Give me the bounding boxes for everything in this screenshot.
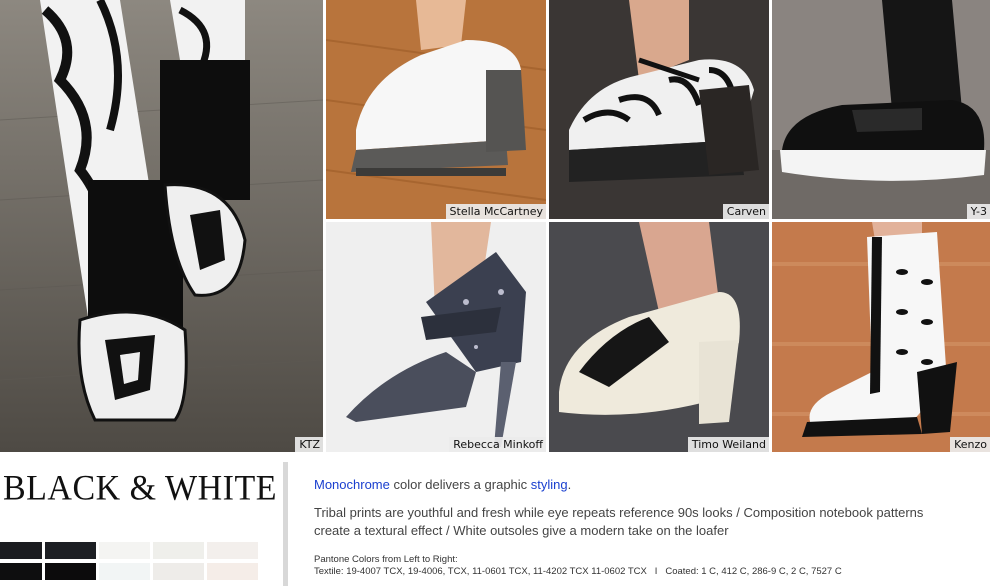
photo-rebecca-minkoff[interactable]: Rebecca Minkoff <box>326 222 546 452</box>
swatch-2e <box>207 563 258 580</box>
swatch-2a <box>0 563 42 580</box>
swatch-1c <box>99 542 150 559</box>
divider <box>283 462 288 586</box>
photo-caption: Timo Weiland <box>687 437 769 452</box>
photo-caption: KTZ <box>295 437 323 452</box>
swatch-1d <box>153 542 204 559</box>
page-title: BLACK & WHITE <box>2 469 278 508</box>
lead-mid: color delivers a graphic <box>389 477 531 492</box>
photo-caption: Stella McCartney <box>445 204 546 219</box>
rebecca-shoe-image <box>326 222 546 452</box>
photo-caption: Y-3 <box>966 204 990 219</box>
photo-caption: Rebecca Minkoff <box>449 437 546 452</box>
body-text: Tribal prints are youthful and fresh whi… <box>314 505 924 538</box>
swatch-1a <box>0 542 42 559</box>
carven-shoe-image <box>549 0 769 219</box>
styling-link[interactable]: styling <box>531 477 568 492</box>
description: Monochrome color delivers a graphic styl… <box>314 477 974 578</box>
ktz-shoe-image <box>0 0 323 452</box>
lead-end: . <box>567 477 572 492</box>
pantone-line: Textile: 19-4007 TCX, 19-4006, TCX, 11-0… <box>314 566 842 577</box>
kenzo-shoe-image <box>772 222 990 452</box>
y3-shoe-image <box>772 0 990 219</box>
photo-stella-mccartney[interactable]: Stella McCartney <box>326 0 546 219</box>
photo-timo-weiland[interactable]: Timo Weiland <box>549 222 769 452</box>
swatch-1b <box>45 542 96 559</box>
lead-sentence: Monochrome color delivers a graphic styl… <box>314 477 974 492</box>
stella-shoe-image <box>326 0 546 219</box>
photo-carven[interactable]: Carven <box>549 0 769 219</box>
monochrome-link[interactable]: Monochrome <box>314 477 390 492</box>
swatch-2c <box>99 563 150 580</box>
photo-caption: Kenzo <box>950 437 990 452</box>
pantone-heading: Pantone Colors from Left to Right: <box>314 554 458 565</box>
swatch-2b <box>45 563 96 580</box>
photo-y3[interactable]: Y-3 <box>772 0 990 219</box>
swatch-2d <box>153 563 204 580</box>
timo-shoe-image <box>549 222 769 452</box>
photo-kenzo[interactable]: Kenzo <box>772 222 990 452</box>
swatch-1e <box>207 542 258 559</box>
photo-caption: Carven <box>722 204 769 219</box>
photo-ktz[interactable]: KTZ <box>0 0 323 452</box>
